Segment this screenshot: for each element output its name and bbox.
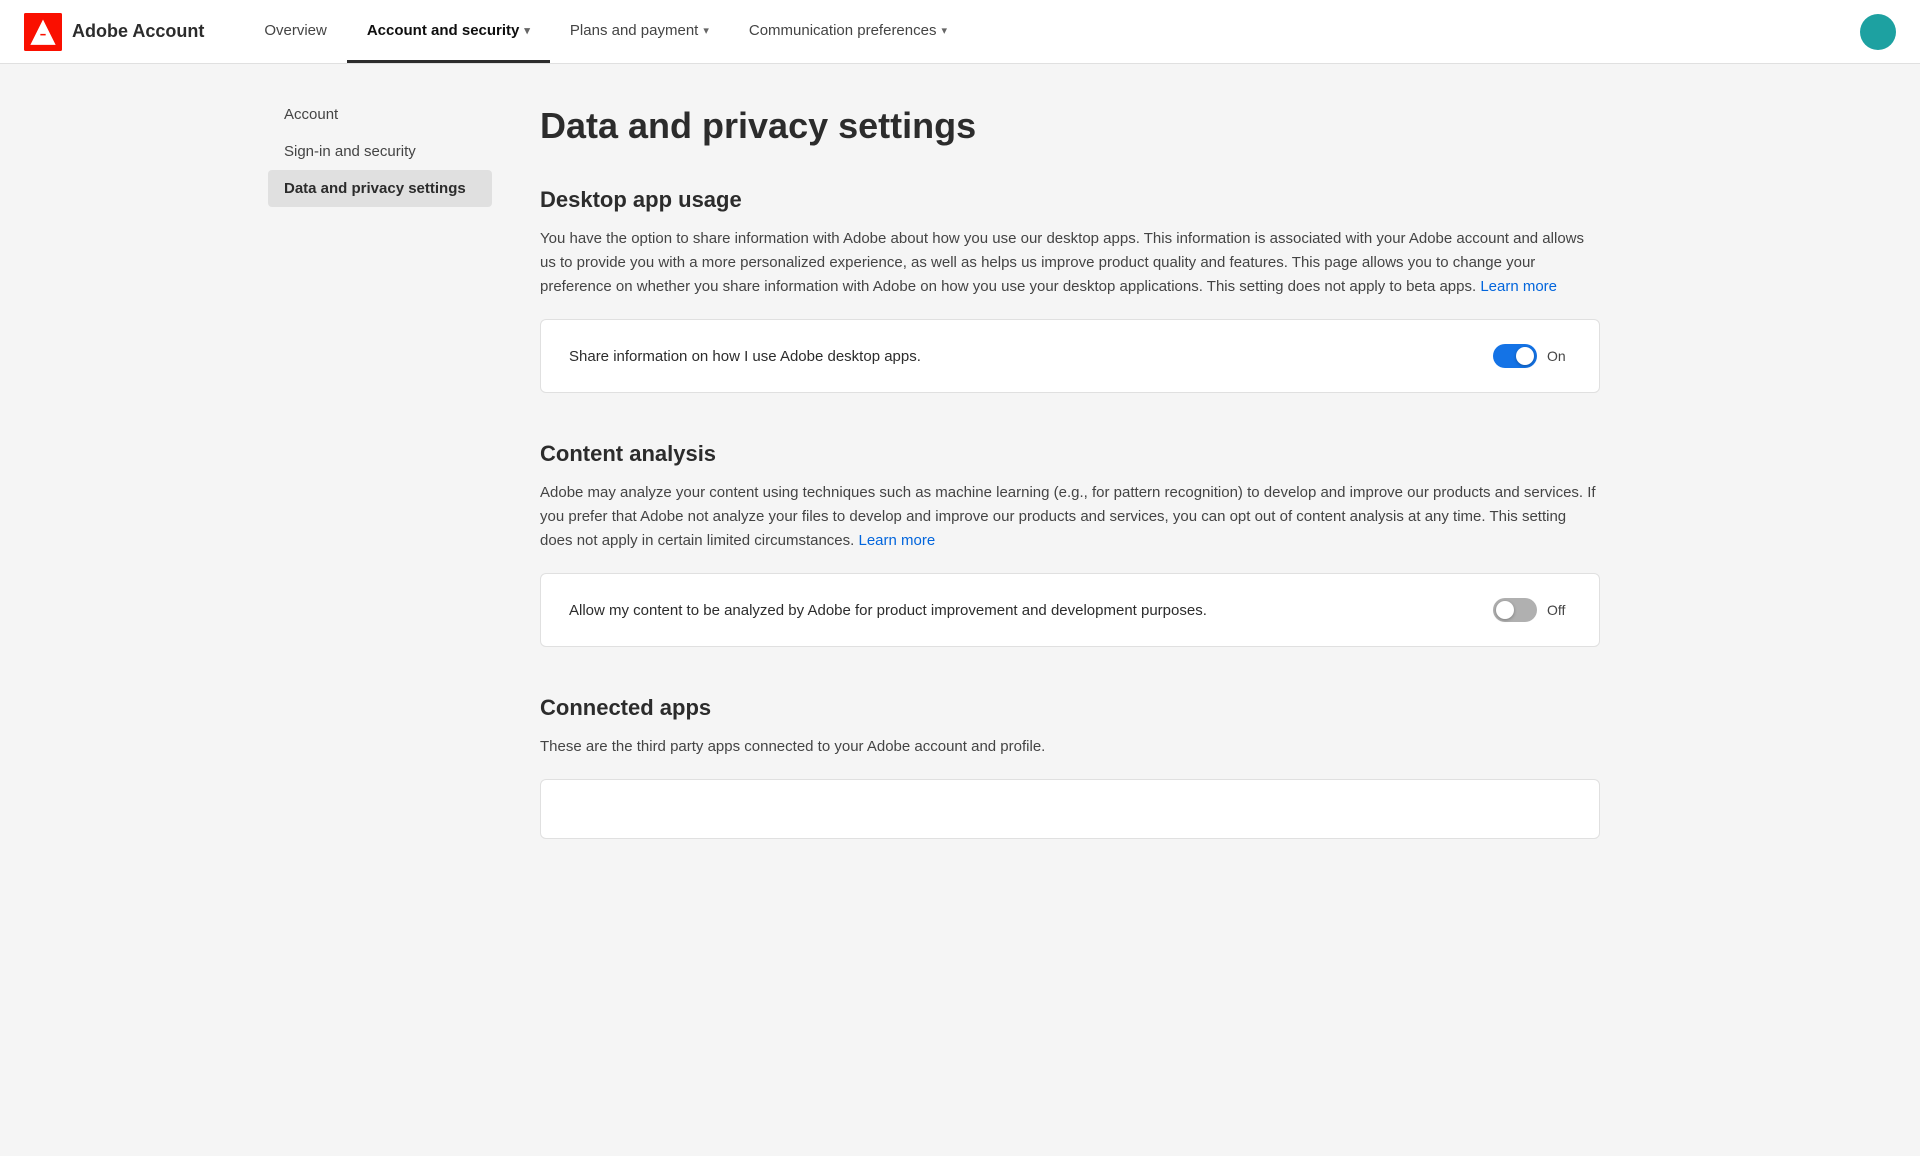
section-desc-connected: These are the third party apps connected…	[540, 735, 1600, 759]
chevron-down-icon: ▾	[703, 24, 709, 37]
section-connected-apps: Connected apps These are the third party…	[540, 695, 1600, 839]
toggle-thumb-desktop	[1516, 347, 1534, 365]
main-content: Data and privacy settings Desktop app us…	[500, 64, 1660, 1156]
learn-more-link-desktop[interactable]: Learn more	[1480, 278, 1557, 295]
toggle-track-desktop	[1493, 344, 1537, 368]
brand-logo-link[interactable]: Adobe Account	[24, 13, 204, 51]
section-desktop-app-usage: Desktop app usage You have the option to…	[540, 187, 1600, 393]
top-navigation: Adobe Account Overview Account and secur…	[0, 0, 1920, 64]
nav-item-overview[interactable]: Overview	[244, 0, 347, 63]
user-avatar[interactable]	[1860, 14, 1896, 50]
toggle-group-content: Off	[1493, 598, 1571, 622]
nav-item-plans-payment[interactable]: Plans and payment ▾	[550, 0, 729, 63]
toggle-card-desktop: Share information on how I use Adobe des…	[540, 319, 1600, 393]
toggle-group-desktop: On	[1493, 344, 1571, 368]
nav-item-communication[interactable]: Communication preferences ▾	[729, 0, 967, 63]
section-title-content: Content analysis	[540, 441, 1600, 467]
section-desc-content: Adobe may analyze your content using tec…	[540, 481, 1600, 553]
chevron-down-icon: ▾	[524, 24, 530, 37]
sidebar-item-account[interactable]: Account	[260, 96, 500, 133]
toggle-card-content: Allow my content to be analyzed by Adobe…	[540, 573, 1600, 647]
brand-name: Adobe Account	[72, 21, 204, 42]
toggle-label-desktop: Share information on how I use Adobe des…	[569, 348, 921, 365]
toggle-track-content	[1493, 598, 1537, 622]
sidebar: Account Sign-in and security Data and pr…	[260, 64, 500, 1156]
nav-items: Overview Account and security ▾ Plans an…	[244, 0, 1860, 63]
chevron-down-icon: ▾	[941, 24, 947, 37]
toggle-thumb-content	[1496, 601, 1514, 619]
section-content-analysis: Content analysis Adobe may analyze your …	[540, 441, 1600, 647]
toggle-switch-desktop[interactable]	[1493, 344, 1537, 368]
nav-right	[1860, 14, 1896, 50]
section-desc-desktop: You have the option to share information…	[540, 227, 1600, 299]
nav-item-account-security[interactable]: Account and security ▾	[347, 0, 550, 63]
toggle-switch-content[interactable]	[1493, 598, 1537, 622]
page-layout: Account Sign-in and security Data and pr…	[260, 64, 1660, 1156]
sidebar-item-sign-in-security[interactable]: Sign-in and security	[260, 133, 500, 170]
page-title: Data and privacy settings	[540, 104, 1600, 147]
toggle-status-content: Off	[1547, 602, 1571, 618]
toggle-label-content: Allow my content to be analyzed by Adobe…	[569, 602, 1207, 619]
learn-more-link-content[interactable]: Learn more	[858, 532, 935, 549]
section-title-connected: Connected apps	[540, 695, 1600, 721]
toggle-status-desktop: On	[1547, 348, 1571, 364]
section-title-desktop: Desktop app usage	[540, 187, 1600, 213]
sidebar-item-data-privacy[interactable]: Data and privacy settings	[268, 170, 492, 207]
connected-apps-card	[540, 779, 1600, 839]
adobe-logo-icon	[24, 13, 62, 51]
